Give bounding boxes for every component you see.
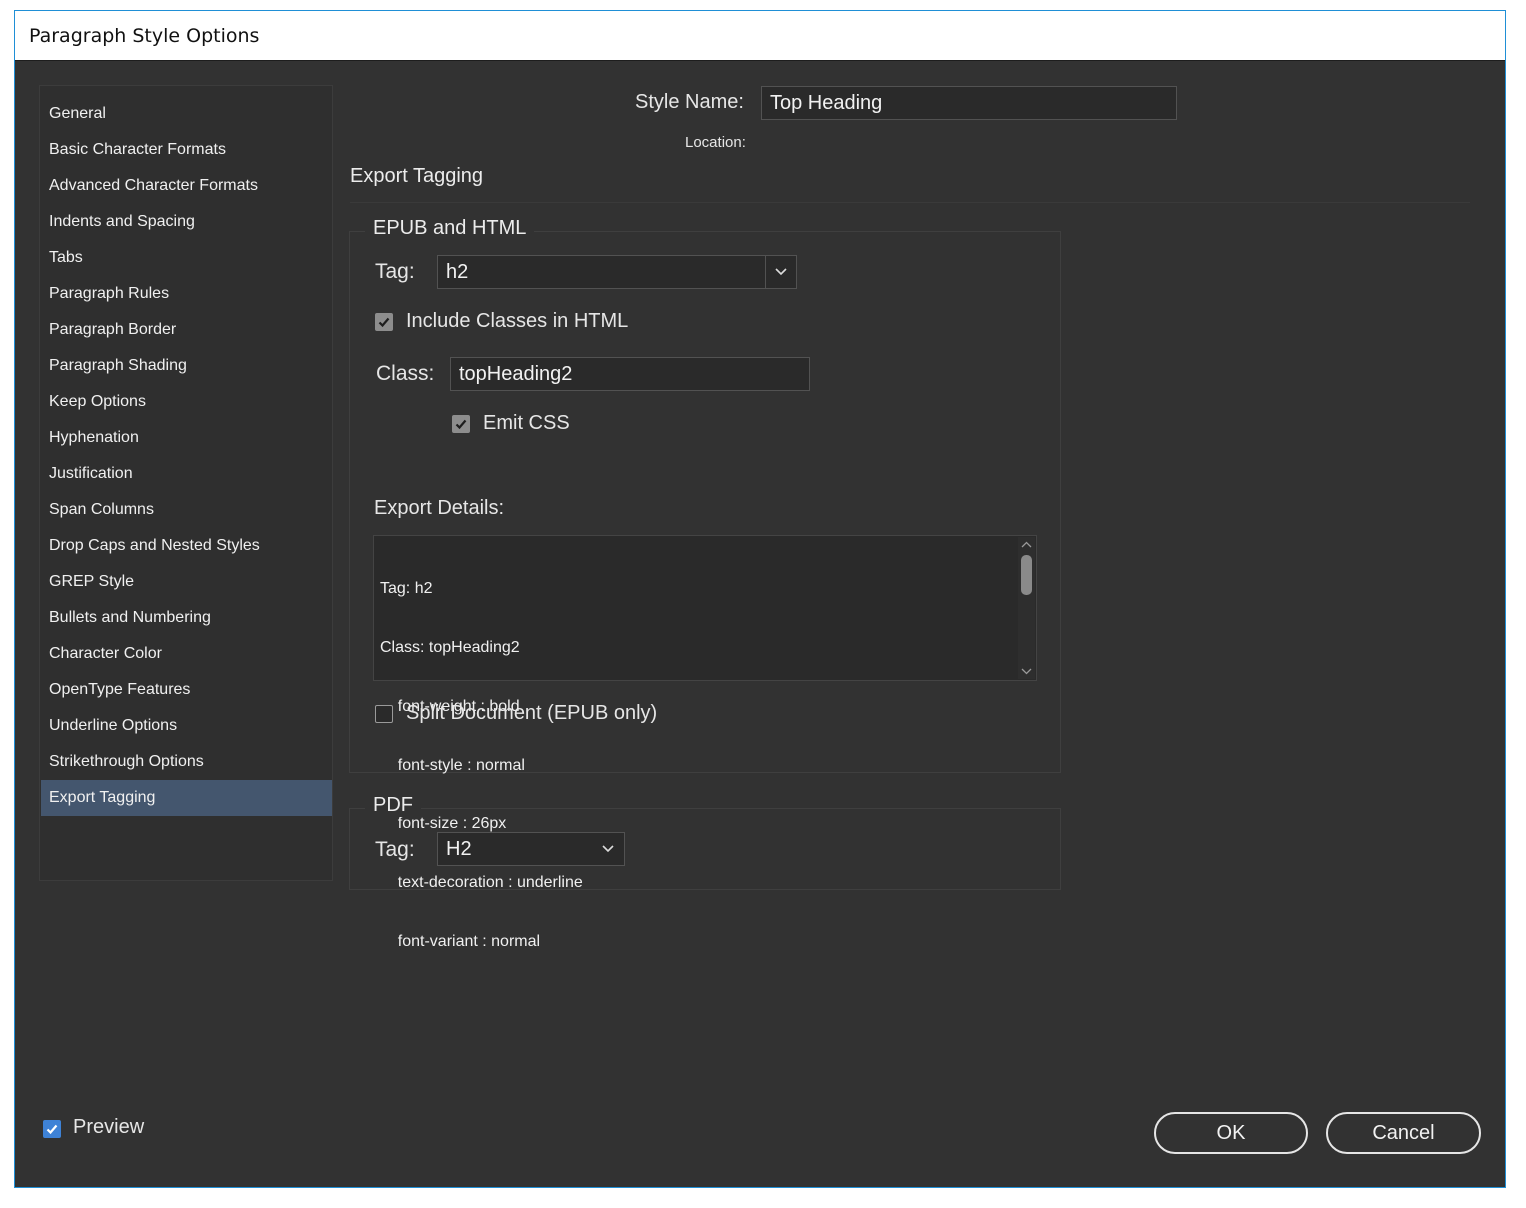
include-classes-checkbox[interactable] bbox=[375, 313, 393, 331]
sidebar-item-span-columns[interactable]: Span Columns bbox=[41, 492, 332, 528]
section-divider bbox=[350, 202, 1470, 203]
sidebar-item-advanced-character-formats[interactable]: Advanced Character Formats bbox=[41, 168, 332, 204]
dialog-title: Paragraph Style Options bbox=[15, 11, 1505, 61]
sidebar-item-justification[interactable]: Justification bbox=[41, 456, 332, 492]
sidebar-item-grep-style[interactable]: GREP Style bbox=[41, 564, 332, 600]
emit-css-checkbox[interactable] bbox=[452, 415, 470, 433]
sidebar-item-paragraph-rules[interactable]: Paragraph Rules bbox=[41, 276, 332, 312]
sidebar-item-strikethrough-options[interactable]: Strikethrough Options bbox=[41, 744, 332, 780]
location-label: Location: bbox=[685, 134, 746, 151]
checkmark-icon bbox=[455, 419, 467, 430]
ok-button[interactable]: OK bbox=[1154, 1112, 1308, 1154]
sidebar-item-paragraph-border[interactable]: Paragraph Border bbox=[41, 312, 332, 348]
emit-css-label[interactable]: Emit CSS bbox=[483, 412, 570, 435]
sidebar-item-drop-caps-and-nested-styles[interactable]: Drop Caps and Nested Styles bbox=[41, 528, 332, 564]
sidebar-item-hyphenation[interactable]: Hyphenation bbox=[41, 420, 332, 456]
pdf-tag-label: Tag: bbox=[375, 838, 415, 861]
pdf-tag-value: H2 bbox=[446, 838, 472, 860]
chevron-down-icon[interactable] bbox=[766, 256, 796, 288]
pdf-tag-select[interactable]: H2 bbox=[437, 832, 625, 866]
epub-html-legend: EPUB and HTML bbox=[365, 217, 535, 240]
class-label: Class: bbox=[376, 362, 435, 385]
sidebar-item-general[interactable]: General bbox=[41, 96, 332, 132]
cancel-button[interactable]: Cancel bbox=[1326, 1112, 1481, 1154]
sidebar-item-opentype-features[interactable]: OpenType Features bbox=[41, 672, 332, 708]
sidebar-item-indents-and-spacing[interactable]: Indents and Spacing bbox=[41, 204, 332, 240]
sidebar-item-basic-character-formats[interactable]: Basic Character Formats bbox=[41, 132, 332, 168]
checkmark-icon bbox=[46, 1124, 58, 1135]
export-details-line: font-variant : normal bbox=[380, 932, 541, 950]
sidebar-item-tabs[interactable]: Tabs bbox=[41, 240, 332, 276]
section-title: Export Tagging bbox=[350, 165, 484, 187]
pdf-legend: PDF bbox=[365, 794, 421, 817]
export-details-line: Tag: h2 bbox=[380, 580, 433, 598]
epub-tag-select[interactable]: h2 bbox=[437, 255, 797, 289]
scroll-up-icon[interactable] bbox=[1021, 540, 1032, 550]
include-classes-label[interactable]: Include Classes in HTML bbox=[406, 310, 628, 333]
preview-label[interactable]: Preview bbox=[73, 1116, 144, 1139]
epub-tag-value: h2 bbox=[446, 261, 469, 283]
export-details-line: font-style : normal bbox=[380, 756, 525, 774]
checkmark-icon bbox=[378, 317, 390, 328]
sidebar-item-bullets-and-numbering[interactable]: Bullets and Numbering bbox=[41, 600, 332, 636]
chevron-down-icon[interactable] bbox=[594, 833, 624, 865]
split-document-checkbox[interactable] bbox=[375, 705, 393, 723]
export-details-box[interactable]: Tag: h2 Class: topHeading2 font-weight :… bbox=[373, 535, 1037, 950]
preview-checkbox[interactable] bbox=[43, 1120, 61, 1138]
style-name-label: Style Name: bbox=[635, 91, 744, 113]
export-details-line: Class: topHeading2 bbox=[380, 638, 520, 656]
category-list: General Basic Character Formats Advanced… bbox=[39, 85, 333, 881]
scroll-down-icon[interactable] bbox=[1021, 666, 1032, 676]
scroll-thumb[interactable] bbox=[1021, 555, 1032, 595]
sidebar-item-paragraph-shading[interactable]: Paragraph Shading bbox=[41, 348, 332, 384]
style-name-input[interactable]: Top Heading bbox=[761, 86, 1177, 120]
class-input[interactable]: topHeading2 bbox=[450, 357, 810, 391]
split-document-label[interactable]: Split Document (EPUB only) bbox=[406, 702, 657, 725]
export-details-label: Export Details: bbox=[374, 497, 505, 519]
dialog-window: Paragraph Style Options General Basic Ch… bbox=[14, 10, 1506, 1188]
sidebar-item-keep-options[interactable]: Keep Options bbox=[41, 384, 332, 420]
export-details-scrollbar[interactable] bbox=[1018, 537, 1035, 679]
sidebar-item-export-tagging[interactable]: Export Tagging bbox=[41, 780, 332, 816]
sidebar-item-character-color[interactable]: Character Color bbox=[41, 636, 332, 672]
export-details-text: Tag: h2 Class: topHeading2 font-weight :… bbox=[380, 540, 583, 991]
sidebar-item-underline-options[interactable]: Underline Options bbox=[41, 708, 332, 744]
epub-tag-label: Tag: bbox=[375, 260, 415, 283]
